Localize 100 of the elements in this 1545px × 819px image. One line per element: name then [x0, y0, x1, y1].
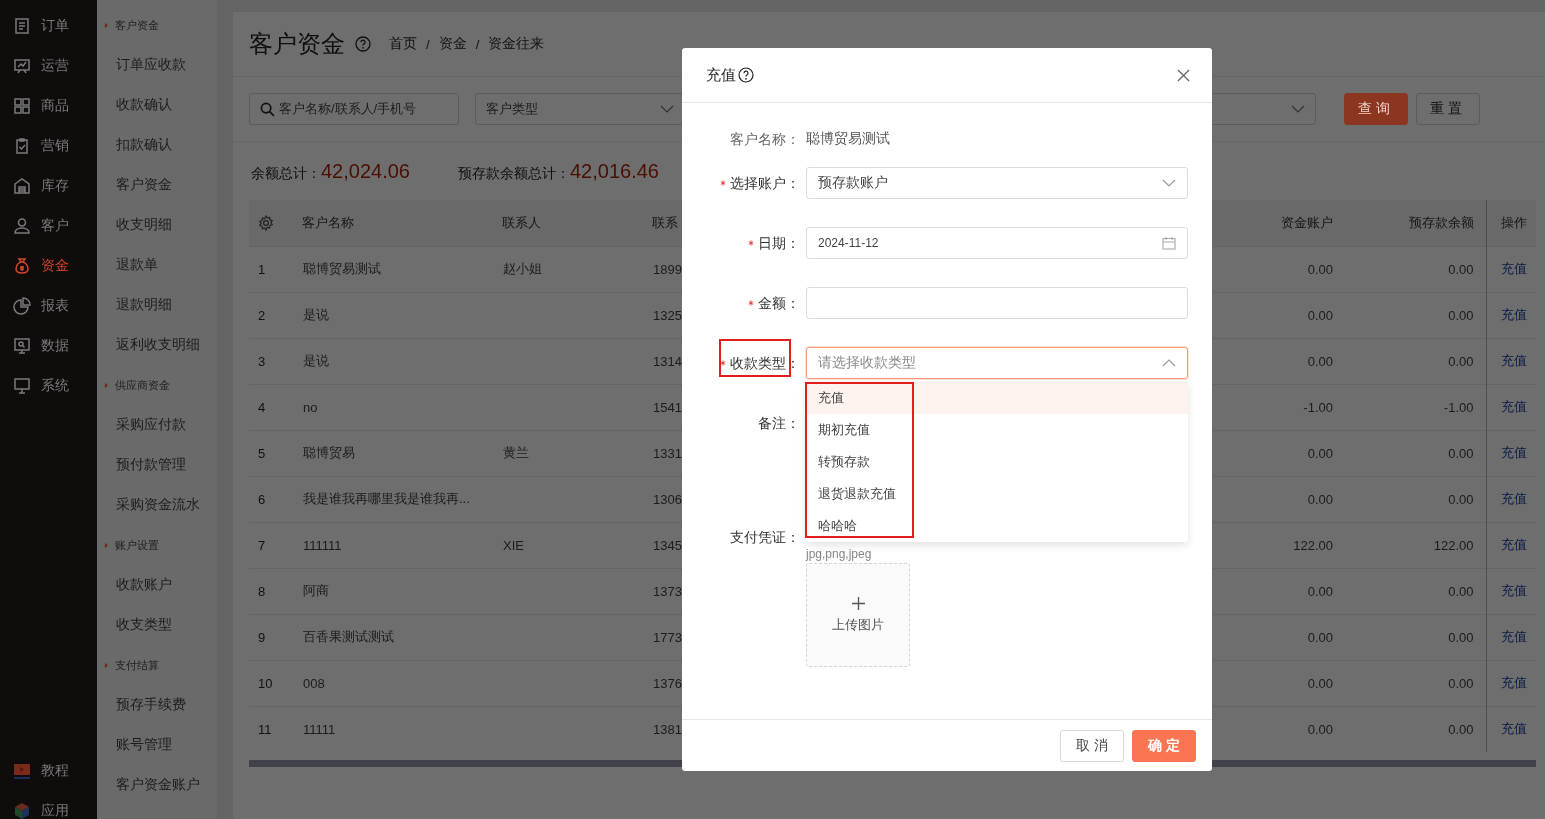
recharge-link[interactable]: 充值 [1500, 353, 1527, 368]
nav-item[interactable]: 营销 [0, 126, 97, 166]
clipboard-check-icon [13, 137, 31, 155]
nav-item[interactable]: 资金 [0, 246, 97, 286]
nav-item[interactable]: 库存 [0, 166, 97, 206]
column-header: 联系 [652, 214, 678, 230]
search-field[interactable]: 客户名称/联系人/手机号 [249, 93, 459, 125]
table-cell: 是说 [303, 353, 329, 368]
submenu-item[interactable]: 收款账户 [97, 565, 217, 605]
nav-item[interactable]: 应用 [0, 791, 97, 819]
person-icon [13, 217, 31, 235]
submenu-item[interactable]: 返利收支明细 [97, 325, 217, 365]
table-cell: 0.00 [1307, 675, 1333, 691]
date-field[interactable]: 2024-11-12 [806, 227, 1188, 259]
submenu-item[interactable]: 预存手续费 [97, 685, 217, 725]
submenu-item[interactable]: 采购资金流水 [97, 485, 217, 525]
submenu-item[interactable]: 退款单 [97, 245, 217, 285]
close-icon[interactable] [1177, 68, 1190, 82]
submenu-item[interactable]: 客户资金 [97, 165, 217, 205]
breadcrumb-link[interactable]: 资金 [438, 35, 467, 53]
table-cell: 111111 [303, 537, 342, 553]
table-cell: 008 [303, 675, 325, 691]
table-cell: 0.00 [1307, 721, 1333, 737]
submenu-item[interactable]: 扣款确认 [97, 125, 217, 165]
table-cell: 黄兰 [503, 445, 529, 460]
table-cell: 0.00 [1448, 675, 1474, 691]
submenu-item[interactable]: 收支明细 [97, 205, 217, 245]
nav-item[interactable]: 订单 [0, 6, 97, 46]
recharge-link[interactable]: 充值 [1500, 307, 1527, 322]
grid-icon [13, 97, 31, 115]
submenu-item[interactable]: 退款明细 [97, 285, 217, 325]
payment-type-select[interactable]: 请选择收款类型 [806, 347, 1188, 379]
form-label: 客户名称： [730, 130, 800, 149]
column-header: 客户名称 [302, 214, 354, 230]
form-label: 选择账户： [730, 174, 800, 193]
nav-item[interactable]: 系统 [0, 366, 97, 406]
cancel-button[interactable]: 取消 [1060, 730, 1124, 762]
cube-icon [13, 802, 31, 819]
nav-item[interactable]: 运营 [0, 46, 97, 86]
nav-item[interactable]: 教程 [0, 751, 97, 791]
nav-item[interactable]: 报表 [0, 286, 97, 326]
table-cell: 1314 [653, 353, 682, 369]
confirm-button[interactable]: 确定 [1132, 730, 1196, 762]
total-label: 余额总计： [251, 164, 321, 183]
recharge-link[interactable]: 充值 [1500, 675, 1527, 690]
form-label: 日期： [758, 234, 800, 253]
recharge-link[interactable]: 充值 [1500, 491, 1527, 506]
dropdown-option[interactable]: 期初充值 [806, 414, 1188, 446]
reset-button[interactable]: 重置 [1416, 93, 1480, 125]
breadcrumb-link[interactable]: 资金往来 [488, 35, 545, 53]
submenu-item[interactable]: 采购应付款 [97, 405, 217, 445]
nav-item[interactable]: 数据 [0, 326, 97, 366]
calendar-icon [1162, 236, 1176, 250]
submenu-item[interactable]: 客户资金账户 [97, 765, 217, 805]
upload-area[interactable]: 上传图片 [806, 563, 910, 667]
breadcrumb-link[interactable]: 首页 [389, 35, 417, 53]
amount-input[interactable] [806, 287, 1188, 319]
recharge-link[interactable]: 充值 [1500, 261, 1527, 276]
table-cell: 122.00 [1293, 537, 1333, 553]
recharge-link[interactable]: 充值 [1500, 445, 1527, 460]
customer-name-value: 聪博贸易测试 [806, 130, 890, 148]
recharge-link[interactable]: 充值 [1500, 629, 1527, 644]
table-cell: 1373 [653, 583, 682, 599]
query-button[interactable]: 查询 [1344, 93, 1408, 125]
triangle-icon [104, 381, 109, 389]
file-type-hint: jpg,png,jpeg [806, 547, 873, 561]
dropdown-option[interactable]: 充值 [806, 382, 1188, 414]
table-cell: 0.00 [1307, 583, 1333, 599]
row-number: 1 [249, 246, 302, 292]
submenu-item[interactable]: 账号管理 [97, 725, 217, 765]
plus-icon [851, 596, 865, 610]
submenu-item[interactable]: 收支类型 [97, 605, 217, 645]
submenu-item[interactable]: 收款确认 [97, 85, 217, 125]
table-cell: 1345 [653, 537, 682, 553]
help-icon[interactable] [738, 67, 754, 83]
table-cell: 0.00 [1307, 307, 1333, 323]
table-cell: 0.00 [1448, 353, 1474, 369]
submenu-item[interactable]: 预付款管理 [97, 445, 217, 485]
triangle-icon [104, 661, 109, 669]
table-cell: 0.00 [1307, 629, 1333, 645]
dropdown-option[interactable]: 哈哈哈 [806, 510, 1188, 542]
table-cell: 百香果测试测试 [303, 629, 394, 644]
account-select[interactable]: 预存款账户 [806, 167, 1188, 199]
table-cell: 0.00 [1448, 445, 1474, 461]
recharge-link[interactable]: 充值 [1500, 537, 1527, 552]
dropdown-option[interactable]: 转预存款 [806, 446, 1188, 478]
breadcrumb-separator: / [426, 36, 430, 52]
chevron-up-icon [1162, 359, 1176, 367]
table-cell: 0.00 [1448, 307, 1474, 323]
total-label: 预存款余额总计： [458, 164, 570, 183]
recharge-link[interactable]: 充值 [1500, 399, 1527, 414]
submenu-item[interactable]: 订单应收款 [97, 45, 217, 85]
table-cell: 11111 [303, 721, 336, 737]
recharge-link[interactable]: 充值 [1500, 583, 1527, 598]
nav-item[interactable]: 商品 [0, 86, 97, 126]
table-cell: 阿商 [303, 583, 329, 598]
recharge-link[interactable]: 充值 [1500, 721, 1527, 737]
settings-icon[interactable] [258, 214, 274, 231]
nav-item[interactable]: 客户 [0, 206, 97, 246]
dropdown-option[interactable]: 退货退款充值 [806, 478, 1188, 510]
